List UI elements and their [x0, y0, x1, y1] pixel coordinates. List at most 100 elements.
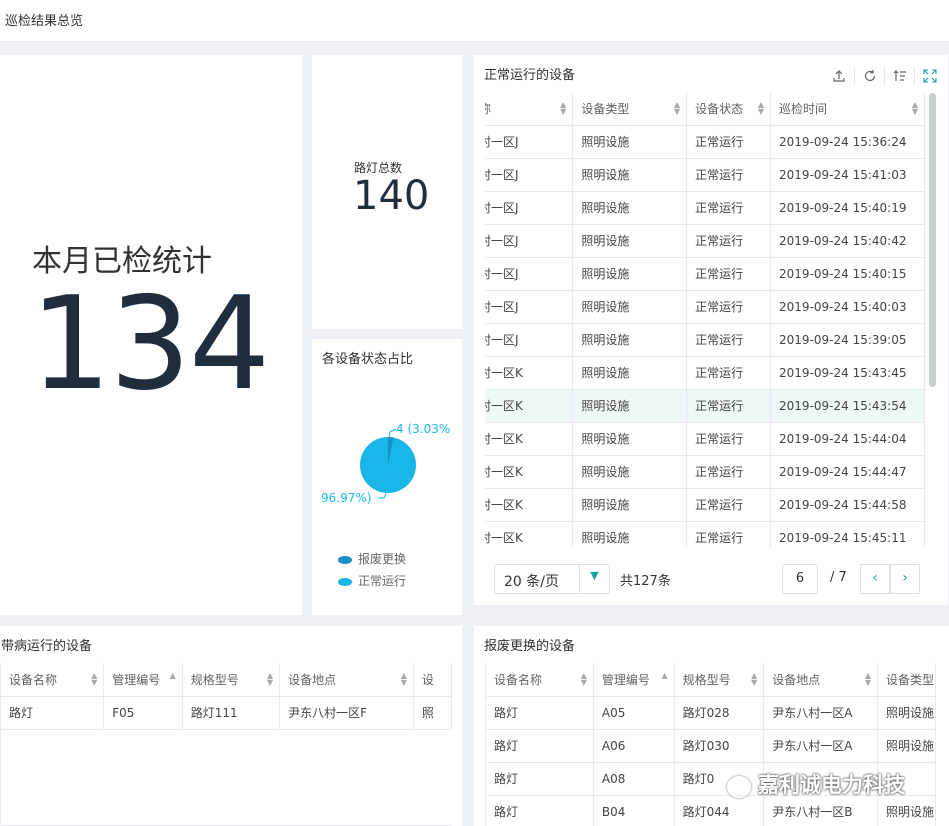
- col-header-type[interactable]: 设备类型 ▲ ▼: [572, 92, 688, 126]
- table-cell: 照明设施: [572, 455, 688, 489]
- table-cell: 路灯028: [674, 696, 765, 730]
- table-cell: 照明设施: [572, 356, 688, 390]
- table-row[interactable]: 村一区K照明设施正常运行2019-09-24 15:44:47: [485, 455, 925, 489]
- table-cell: 村一区J: [485, 125, 574, 159]
- table-cell: A08: [593, 762, 675, 796]
- table-cell: A06: [593, 729, 675, 763]
- sort-icon[interactable]: ▲: [170, 672, 176, 680]
- pie-leader-line-large: [378, 492, 387, 499]
- table-cell: A05: [593, 696, 675, 730]
- sort-icon[interactable]: ▲ ▼: [912, 101, 918, 116]
- sort-icon[interactable]: ▲ ▼: [758, 101, 764, 116]
- table-cell: 照: [413, 696, 452, 730]
- table-row[interactable]: 村一区J照明设施正常运行2019-09-24 15:40:15: [485, 257, 925, 291]
- table-cell: 村一区K: [485, 389, 574, 423]
- table-cell: 正常运行: [686, 323, 772, 357]
- table-cell: 照明设施: [877, 729, 936, 763]
- table-row[interactable]: 村一区J照明设施正常运行2019-09-24 15:40:03: [485, 290, 925, 324]
- table-row[interactable]: 村一区K照明设施正常运行2019-09-24 15:44:04: [485, 422, 925, 456]
- table-row[interactable]: 村一区J照明设施正常运行2019-09-24 15:41:03: [485, 158, 925, 192]
- table-cell: 路灯: [486, 795, 594, 826]
- prev-page-button[interactable]: ‹: [860, 564, 890, 594]
- sort-icon[interactable]: ▲ ▼: [581, 672, 587, 687]
- fullscreen-icon[interactable]: [914, 67, 944, 85]
- lamp-total-value: 140: [353, 173, 430, 219]
- table-row[interactable]: 路灯 A06 路灯030 尹东八村一区A 照明设施: [486, 729, 936, 763]
- table-cell: 2019-09-24 15:44:47: [770, 455, 925, 489]
- table-toolbar: [824, 67, 944, 85]
- sort-icon[interactable]: ▲ ▼: [267, 672, 273, 687]
- table-cell: 正常运行: [686, 356, 772, 390]
- col-header-device-name[interactable]: 设备名称 ▲ ▼: [1, 663, 105, 697]
- monthly-stat-value: 134: [30, 270, 270, 419]
- sick-devices-table: 设备名称 ▲ ▼ 管理编号 ▲ 规格型号 ▲ ▼ 设备地点 ▲ ▼ 设 路灯 F05 路灯11…: [1, 663, 452, 730]
- page-number-input[interactable]: 6: [782, 564, 818, 594]
- sort-icon[interactable]: ▲ ▼: [401, 672, 407, 687]
- table-row[interactable]: 村一区K照明设施正常运行2019-09-24 15:45:11: [485, 521, 925, 547]
- sort-icon[interactable]: ▲: [661, 672, 667, 680]
- sort-icon[interactable]: ▲ ▼: [560, 101, 566, 116]
- table-cell: 2019-09-24 15:40:15: [770, 257, 925, 291]
- col-header-type[interactable]: 设: [413, 663, 452, 697]
- pie-label-large: 96.97%): [321, 491, 372, 505]
- col-header-mgmt-no[interactable]: 管理编号 ▲: [103, 663, 183, 697]
- col-header-name[interactable]: 称▲▼: [485, 92, 574, 126]
- table-row[interactable]: 村一区J照明设施正常运行2019-09-24 15:40:42: [485, 224, 925, 258]
- sort-icon[interactable]: [884, 67, 914, 85]
- top-bar: 巡检结果总览: [0, 0, 949, 42]
- chevron-down-icon[interactable]: ▼: [579, 565, 609, 593]
- sort-icon[interactable]: ▲ ▼: [674, 101, 680, 116]
- table-cell: 2019-09-24 15:44:58: [770, 488, 925, 522]
- table-cell: 正常运行: [686, 191, 772, 225]
- col-header-location[interactable]: 设备地点 ▲ ▼: [763, 663, 878, 697]
- table-cell: 照明设施: [877, 696, 936, 730]
- next-page-button[interactable]: ›: [890, 564, 920, 594]
- table-cell: 村一区J: [485, 323, 574, 357]
- table-row[interactable]: 路灯 A05 路灯028 尹东八村一区A 照明设施: [486, 696, 936, 730]
- col-header-type[interactable]: 设备类型: [877, 663, 936, 697]
- table-cell: 照明设施: [572, 191, 688, 225]
- table-row[interactable]: 村一区J照明设施正常运行2019-09-24 15:40:19: [485, 191, 925, 225]
- scrap-devices-table: 设备名称 ▲ ▼ 管理编号 ▲ 规格型号 ▲ ▼ 设备地点 ▲ ▼ 设备类型 路灯 A05 路灯0…: [486, 663, 936, 826]
- table-cell: 路灯: [486, 729, 594, 763]
- sort-icon[interactable]: ▲ ▼: [91, 672, 97, 687]
- page-size-select[interactable]: 20 条/页 ▼: [494, 564, 610, 594]
- col-header-device-name[interactable]: 设备名称 ▲ ▼: [486, 663, 594, 697]
- legend-item-scrap[interactable]: 报废更换: [338, 550, 406, 567]
- table-cell: 2019-09-24 15:45:11: [770, 521, 925, 547]
- sort-icon[interactable]: ▲ ▼: [865, 672, 871, 687]
- sort-icon[interactable]: ▲ ▼: [751, 672, 757, 687]
- col-header-location[interactable]: 设备地点 ▲ ▼: [279, 663, 414, 697]
- normal-devices-table-wrap: 称▲▼ 设备类型▲▼ 设备状态▲▼ 巡检时间▲▼ 村一区J照明设施正常运行201…: [485, 92, 925, 547]
- refresh-icon[interactable]: [854, 67, 884, 85]
- table-cell: 村一区J: [485, 224, 574, 258]
- sick-devices-title: 带病运行的设备: [1, 639, 93, 654]
- col-header-model[interactable]: 规格型号 ▲ ▼: [182, 663, 281, 697]
- table-cell: 2019-09-24 15:40:03: [770, 290, 925, 324]
- table-row[interactable]: 村一区K照明设施正常运行2019-09-24 15:43:45: [485, 356, 925, 390]
- table-row[interactable]: 村一区K照明设施正常运行2019-09-24 15:43:54: [485, 389, 925, 423]
- table-cell: 照明设施: [572, 257, 688, 291]
- normal-devices-card: 正常运行的设备 称▲▼ 设备类型▲▼ 设备状态▲▼ 巡检时间▲▼: [474, 55, 948, 605]
- table-cell: 正常运行: [686, 125, 772, 159]
- table-cell: 正常运行: [686, 224, 772, 258]
- table-cell: 路灯030: [674, 729, 765, 763]
- vertical-scrollbar[interactable]: [929, 93, 936, 387]
- table-row[interactable]: 村一区J照明设施正常运行2019-09-24 15:36:24: [485, 125, 925, 159]
- col-header-time[interactable]: 巡检时间 ▲ ▼: [770, 92, 925, 126]
- table-row[interactable]: 村一区J照明设施正常运行2019-09-24 15:39:05: [485, 323, 925, 357]
- table-row[interactable]: 路灯 B04 路灯044 尹东八村一区B 照明设施: [486, 795, 936, 826]
- table-cell: B04: [593, 795, 675, 826]
- table-cell: 村一区J: [485, 158, 574, 192]
- table-cell: 正常运行: [686, 455, 772, 489]
- col-header-mgmt-no[interactable]: 管理编号 ▲: [593, 663, 675, 697]
- table-row[interactable]: 村一区K照明设施正常运行2019-09-24 15:44:58: [485, 488, 925, 522]
- pie-label-small: 4 (3.03%: [396, 422, 451, 436]
- col-header-status[interactable]: 设备状态 ▲ ▼: [686, 92, 772, 126]
- legend-item-normal[interactable]: 正常运行: [338, 572, 406, 589]
- table-cell: 2019-09-24 15:41:03: [770, 158, 925, 192]
- col-header-model[interactable]: 规格型号 ▲ ▼: [674, 663, 765, 697]
- export-icon[interactable]: [824, 67, 854, 85]
- table-cell: 村一区K: [485, 521, 574, 547]
- table-row[interactable]: 路灯 F05 路灯111 尹东八村一区F 照: [1, 696, 452, 730]
